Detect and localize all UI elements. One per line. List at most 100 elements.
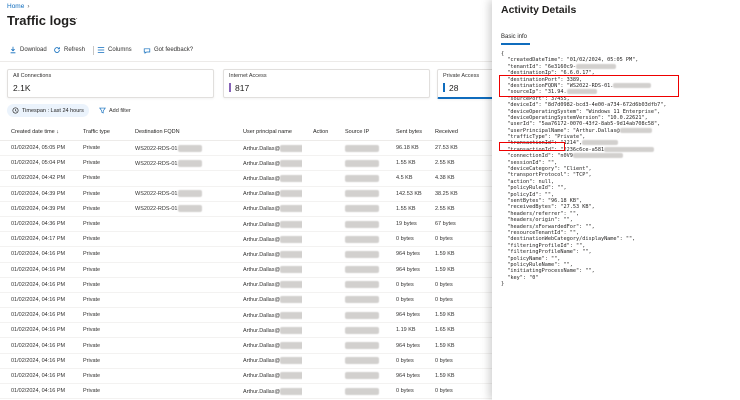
redacted-text	[345, 190, 379, 198]
table-row[interactable]: 01/02/2024, 04:16 PM Private Arthur.Dallas…	[0, 337, 492, 354]
cell-text: 1.59 KB	[435, 342, 455, 349]
table-cell: 01/02/2024, 04:16 PM	[0, 353, 72, 369]
cell-text: Private	[83, 342, 101, 349]
redacted-text	[345, 372, 379, 380]
json-line-text: "receivedBytes": "27.53 KB",	[501, 204, 595, 211]
column-header[interactable]: Received	[424, 124, 492, 141]
breadcrumb-home-link[interactable]: Home	[7, 3, 24, 10]
table-row[interactable]: 01/02/2024, 04:16 PM Private Arthur.Dallas…	[0, 292, 492, 309]
column-header[interactable]: Source IP	[334, 124, 385, 141]
table-cell: 0 bytes	[385, 383, 424, 400]
column-header[interactable]: Destination FQDN	[124, 124, 232, 141]
table-cell: 19 bytes	[385, 216, 424, 233]
table-cell	[302, 186, 334, 202]
json-line-text: {	[501, 51, 505, 57]
timespan-filter[interactable]: Timespan : Last 24 hours	[7, 104, 89, 117]
table-cell: Arthur.Dallas@	[232, 383, 302, 400]
redacted-text	[345, 342, 379, 350]
redacted-text	[345, 250, 379, 258]
column-header[interactable]: Sent bytes	[385, 124, 424, 141]
redacted-text	[345, 281, 379, 289]
cell-text: Arthur.Dallas@	[243, 221, 281, 228]
table-row[interactable]: 01/02/2024, 04:16 PM Private Arthur.Dallas…	[0, 262, 492, 278]
table-row[interactable]: 01/02/2024, 04:42 PM Private Arthur.Dallas…	[0, 170, 492, 187]
cell-text: Private	[83, 145, 101, 152]
redacted-text	[280, 296, 302, 304]
table-cell	[302, 155, 334, 172]
toolbar: Download Refresh Columns Got feedback?	[0, 39, 492, 62]
redacted-text	[619, 127, 652, 133]
download-button[interactable]: Download	[9, 46, 47, 54]
table-cell	[334, 155, 385, 172]
json-line-text: "sessionId": "",	[501, 159, 558, 166]
table-cell: 67 bytes	[424, 216, 492, 233]
column-header[interactable]: Traffic type	[72, 124, 124, 141]
table-cell: Private	[72, 368, 124, 385]
cell-text: 1.19 KB	[396, 327, 416, 334]
table-cell: WS2022-RDS-01	[124, 155, 232, 172]
card-value: 817	[235, 83, 250, 93]
feedback-button[interactable]: Got feedback?	[143, 46, 193, 54]
table-row[interactable]: 01/02/2024, 05:05 PM Private WS2022-RDS-01…	[0, 140, 492, 157]
table-cell: Private	[72, 140, 124, 157]
cell-text: 1.59 KB	[435, 312, 455, 319]
table-cell: 01/02/2024, 04:17 PM	[0, 231, 72, 248]
tab-basic-info[interactable]: Basic info	[501, 34, 527, 40]
card-all-connections[interactable]: All Connections 2.1K	[7, 69, 214, 98]
table-cell: 1.59 KB	[424, 337, 492, 354]
cell-text: 19 bytes	[396, 221, 417, 228]
json-line-text: "key": "0"	[501, 274, 539, 281]
table-cell: Private	[72, 216, 124, 233]
table-row[interactable]: 01/02/2024, 04:39 PM Private WS2022-RDS-01…	[0, 186, 492, 202]
columns-button[interactable]: Columns	[97, 46, 132, 54]
column-header[interactable]: Action	[302, 124, 334, 141]
table-row[interactable]: 01/02/2024, 04:16 PM Private Arthur.Dallas…	[0, 277, 492, 293]
table-cell: 0 bytes	[385, 292, 424, 309]
table-cell	[334, 246, 385, 263]
card-internet-access[interactable]: Internet Access 817	[223, 69, 430, 98]
json-line-text: "destinationWebCategory/displayName": ""…	[501, 236, 636, 243]
table-row[interactable]: 01/02/2024, 04:16 PM Private Arthur.Dallas…	[0, 383, 492, 400]
column-header[interactable]: User principal name	[232, 124, 302, 141]
cell-text: Private	[83, 281, 101, 288]
table-row[interactable]: 01/02/2024, 04:16 PM Private Arthur.Dallas…	[0, 246, 492, 263]
redacted-text	[280, 250, 302, 258]
table-row[interactable]: 01/02/2024, 04:17 PM Private Arthur.Dallas…	[0, 231, 492, 248]
json-line-text: "headers/referrer": "",	[501, 210, 580, 217]
card-color-bar	[229, 83, 231, 92]
more-options-button[interactable]: ···	[68, 14, 79, 23]
table-row[interactable]: 01/02/2024, 04:39 PM Private WS2022-RDS-01…	[0, 201, 492, 217]
cell-text: 01/02/2024, 05:04 PM	[11, 160, 66, 167]
table-row[interactable]: 01/02/2024, 04:16 PM Private Arthur.Dallas…	[0, 368, 492, 385]
highlight-box-destination	[499, 75, 679, 97]
column-header[interactable]: Created date time ↓	[0, 124, 72, 141]
cell-text: Private	[83, 175, 101, 182]
cell-text: Arthur.Dallas@	[243, 327, 281, 334]
table-cell: Private	[72, 383, 124, 400]
table-cell: 01/02/2024, 04:36 PM	[0, 216, 72, 233]
table-cell: 01/02/2024, 04:16 PM	[0, 292, 72, 309]
card-color-bar	[443, 83, 445, 92]
breadcrumb: Home ›	[7, 3, 30, 10]
table-cell	[302, 277, 334, 293]
cell-text: Private	[83, 160, 101, 167]
table-cell	[334, 322, 385, 339]
cell-text: 142.53 KB	[396, 190, 422, 197]
refresh-button[interactable]: Refresh	[53, 46, 85, 54]
add-filter-button[interactable]: Add filter	[94, 104, 136, 117]
table-cell	[302, 322, 334, 339]
table-cell	[334, 216, 385, 233]
table-row[interactable]: 01/02/2024, 04:36 PM Private Arthur.Dallas…	[0, 216, 492, 233]
toolbar-divider	[93, 46, 94, 55]
tab-underline	[501, 43, 530, 45]
table-cell: 27.53 KB	[424, 140, 492, 157]
table-row[interactable]: 01/02/2024, 05:04 PM Private WS2022-RDS-01…	[0, 155, 492, 172]
table-row[interactable]: 01/02/2024, 04:16 PM Private Arthur.Dallas…	[0, 353, 492, 369]
card-private-access[interactable]: Private Access 28	[437, 69, 492, 99]
table-cell	[302, 201, 334, 217]
table-cell: Arthur.Dallas@	[232, 277, 302, 293]
filter-icon	[99, 107, 106, 114]
cell-text: 96.18 KB	[396, 145, 419, 152]
table-row[interactable]: 01/02/2024, 04:16 PM Private Arthur.Dallas…	[0, 322, 492, 339]
table-row[interactable]: 01/02/2024, 04:16 PM Private Arthur.Dallas…	[0, 307, 492, 324]
